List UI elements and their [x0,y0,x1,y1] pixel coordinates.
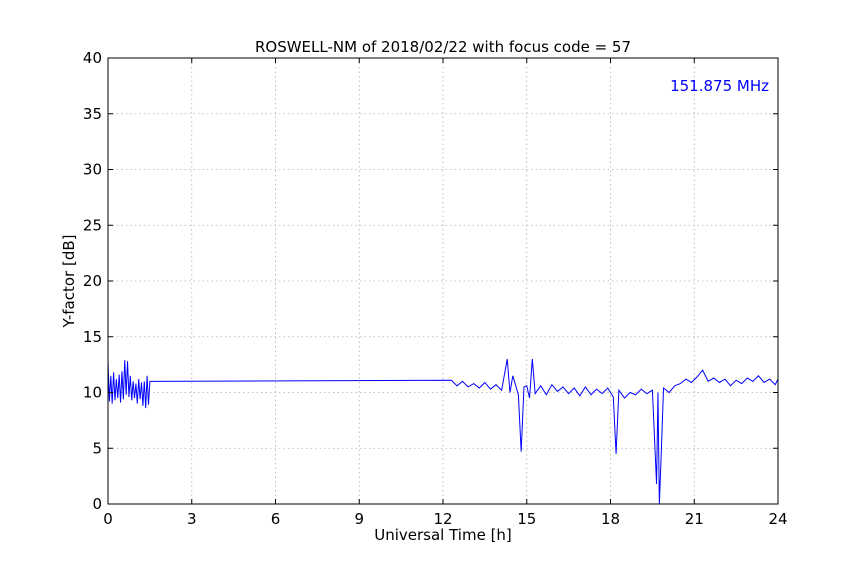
x-tick-label: 0 [103,510,113,528]
x-tick-label: 24 [768,510,787,528]
chart: 0 3 6 9 12 15 18 21 240510152025303540 ROSWELL-N… [0,0,864,576]
y-tick-label: 25 [83,216,102,234]
y-tick-label: 35 [83,105,102,123]
x-tick-label: 15 [517,510,536,528]
x-tick-label: 9 [354,510,364,528]
x-tick-label: 6 [271,510,281,528]
y-tick-label: 10 [83,384,102,402]
y-axis-label: Y-factor [dB] [60,234,78,328]
frequency-annotation: 151.875 MHz [670,77,769,95]
x-tick-label: 18 [601,510,620,528]
y-tick-label: 40 [83,49,102,67]
x-axis-label: Universal Time [h] [374,526,512,544]
y-tick-label: 15 [83,328,102,346]
x-tick-label: 3 [187,510,197,528]
y-tick-label: 30 [83,161,102,179]
chart-title: ROSWELL-NM of 2018/02/22 with focus code… [255,38,631,56]
y-tick-label: 0 [92,495,102,513]
y-tick-label: 5 [92,439,102,457]
y-tick-label: 20 [83,272,102,290]
x-tick-label: 21 [685,510,704,528]
